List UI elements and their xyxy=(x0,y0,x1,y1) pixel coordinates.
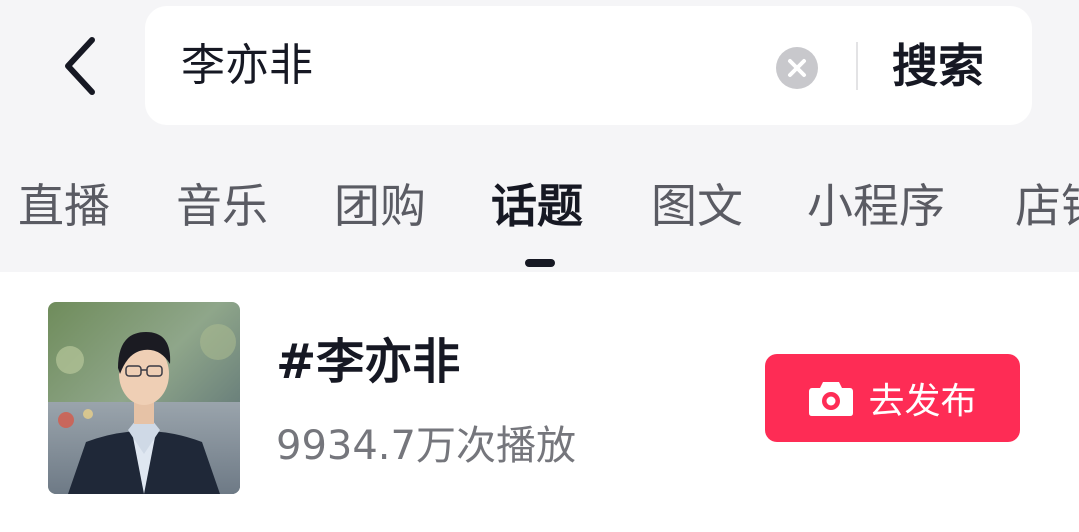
tab-group-buy[interactable]: 团购 xyxy=(334,176,426,236)
search-input[interactable]: 李亦非 xyxy=(181,36,313,96)
tab-store[interactable]: 店铺 xyxy=(1015,176,1079,236)
camera-icon xyxy=(809,382,854,416)
publish-label: 去发布 xyxy=(868,381,977,422)
topic-result-row[interactable]: #李亦非 9934.7万次播放 去发布 xyxy=(0,272,1079,532)
active-tab-indicator xyxy=(525,259,555,267)
chevron-left-icon xyxy=(65,37,95,95)
category-tabs: 直播 音乐 团购 话题 图文 小程序 店铺 xyxy=(0,170,1079,250)
topic-title[interactable]: #李亦非 xyxy=(276,330,460,394)
tab-music[interactable]: 音乐 xyxy=(176,176,268,236)
search-button[interactable]: 搜索 xyxy=(892,36,984,96)
topic-cover-image[interactable] xyxy=(48,302,240,494)
topic-play-count: 9934.7万次播放 xyxy=(276,423,576,469)
person-photo xyxy=(48,302,240,494)
clear-circle-icon xyxy=(776,47,818,89)
search-divider xyxy=(856,42,858,90)
back-button[interactable] xyxy=(48,28,112,104)
search-box[interactable]: 李亦非 搜索 xyxy=(145,6,1032,125)
tab-mini-program[interactable]: 小程序 xyxy=(807,176,945,236)
publish-button[interactable]: 去发布 xyxy=(765,354,1020,442)
tab-image-text[interactable]: 图文 xyxy=(651,176,743,236)
tab-topic[interactable]: 话题 xyxy=(491,176,583,236)
tab-live[interactable]: 直播 xyxy=(18,176,110,236)
search-header: 李亦非 搜索 直播 音乐 团购 话题 图文 小程序 店铺 xyxy=(0,0,1079,272)
clear-button[interactable] xyxy=(776,47,818,89)
